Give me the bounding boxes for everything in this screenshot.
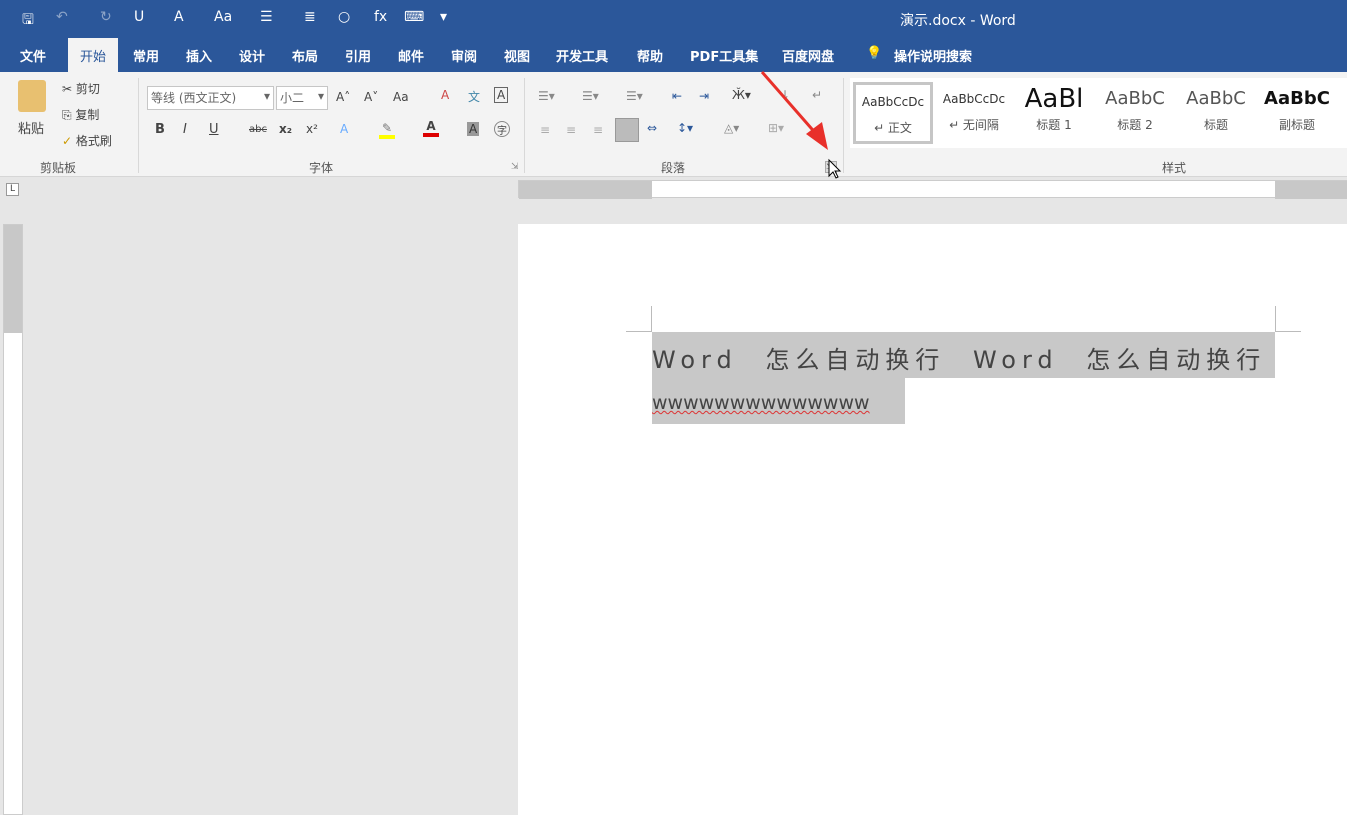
arrow-shaft — [760, 71, 820, 137]
mouse-cursor-icon — [828, 158, 842, 179]
annotation-arrow — [760, 71, 842, 179]
